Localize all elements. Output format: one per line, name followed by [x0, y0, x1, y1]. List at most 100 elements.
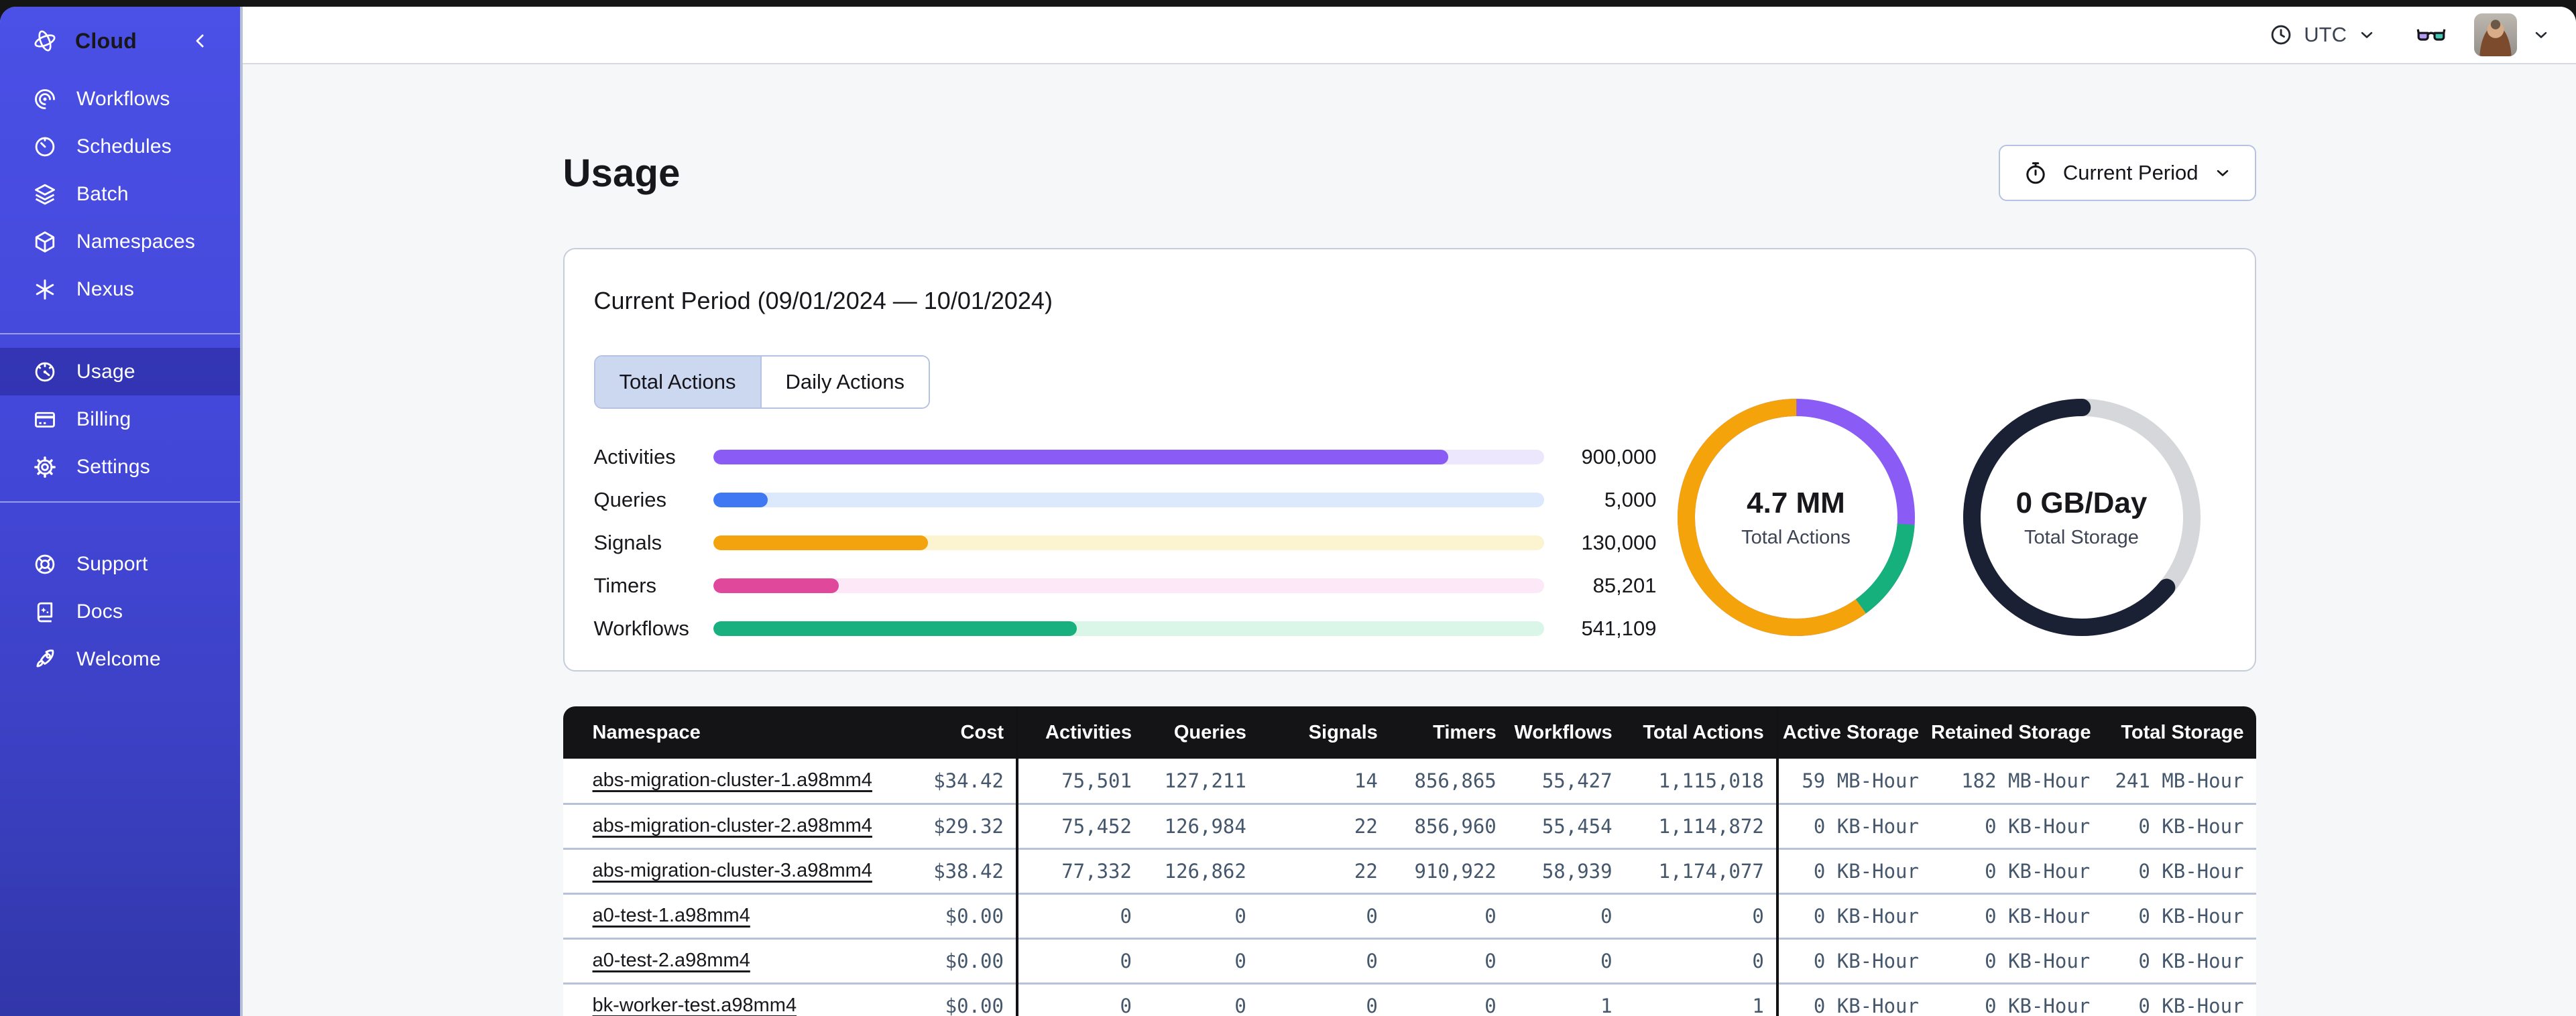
- namespace-usage-table: Namespace Cost Activities Queries Signal…: [563, 706, 2256, 1016]
- table-row: bk-worker-test.a98mm4 $0.00 0 0 0 0 1 1 …: [563, 983, 2256, 1016]
- timers-bar: [713, 578, 1544, 593]
- sidebar-item-settings[interactable]: Settings: [0, 443, 240, 491]
- bar-label: Queries: [593, 488, 667, 511]
- settings-gear-icon: [32, 454, 58, 480]
- table-row: abs-migration-cluster-2.a98mm4 $29.32 75…: [563, 804, 2256, 850]
- sidebar-item-namespaces[interactable]: Namespaces: [0, 218, 240, 265]
- col-activities: Activities: [1015, 706, 1144, 759]
- sidebar-item-label: Welcome: [76, 647, 161, 670]
- namespace-link[interactable]: a0-test-1.a98mm4: [593, 905, 750, 926]
- sidebar-item-batch[interactable]: Batch: [0, 170, 240, 218]
- sidebar-item-label: Workflows: [76, 87, 170, 110]
- namespaces-cube-icon: [32, 229, 58, 255]
- cell-retained-storage: 0 KB-Hour: [1930, 893, 2103, 940]
- period-selector-button[interactable]: Current Period: [1998, 145, 2256, 201]
- total-actions-donut: 4.7 MM Total Actions: [1676, 397, 1917, 638]
- cell-total-actions: 0: [1624, 938, 1777, 985]
- user-avatar[interactable]: [2474, 13, 2517, 56]
- sidebar-item-label: Settings: [76, 455, 150, 478]
- col-cost: Cost: [833, 706, 1017, 759]
- app-window: Cloud Workflows Schedules Batch Namespac…: [0, 7, 2576, 1016]
- cell-cost: $0.00: [833, 893, 1017, 940]
- brand-row: Cloud: [0, 7, 240, 75]
- sidebar-item-label: Usage: [76, 360, 135, 383]
- queries-bar: [713, 493, 1544, 507]
- sidebar-item-schedules[interactable]: Schedules: [0, 123, 240, 170]
- cell-active-storage: 59 MB-Hour: [1775, 759, 1931, 805]
- cell-total-actions: 0: [1624, 893, 1777, 940]
- col-timers: Timers: [1389, 706, 1509, 759]
- namespace-link[interactable]: bk-worker-test.a98mm4: [593, 995, 797, 1016]
- sidebar-item-billing[interactable]: Billing: [0, 395, 240, 443]
- sidebar-item-welcome[interactable]: Welcome: [0, 635, 240, 683]
- cell-workflows: 55,427: [1508, 759, 1625, 805]
- sidebar-item-usage[interactable]: Usage: [0, 348, 240, 395]
- sidebar-item-nexus[interactable]: Nexus: [0, 265, 240, 313]
- sidebar-item-docs[interactable]: Docs: [0, 588, 240, 635]
- support-lifebuoy-icon: [32, 552, 58, 577]
- brand-label: Cloud: [75, 28, 137, 53]
- welcome-rocket-icon: [32, 647, 58, 672]
- cell-active-storage: 0 KB-Hour: [1775, 848, 1931, 895]
- bar-row-timers: Timers 85,201: [594, 564, 1657, 607]
- bar-row-queries: Queries 5,000: [594, 479, 1657, 521]
- sidebar-item-support[interactable]: Support: [0, 540, 240, 588]
- cell-queries: 0: [1143, 893, 1258, 940]
- cell-queries: 0: [1143, 938, 1258, 985]
- col-signals: Signals: [1258, 706, 1390, 759]
- cell-activities: 0: [1015, 983, 1144, 1016]
- sidebar-item-label: Docs: [76, 600, 123, 623]
- tab-daily-actions[interactable]: Daily Actions: [760, 357, 929, 407]
- cell-workflows: 1: [1508, 983, 1625, 1016]
- namespace-link[interactable]: abs-migration-cluster-3.a98mm4: [593, 860, 872, 881]
- namespace-link[interactable]: abs-migration-cluster-2.a98mm4: [593, 815, 872, 836]
- cell-retained-storage: 0 KB-Hour: [1930, 804, 2103, 850]
- topbar: UTC: [243, 7, 2576, 64]
- cell-signals: 0: [1258, 893, 1390, 940]
- sidebar-item-workflows[interactable]: Workflows: [0, 75, 240, 123]
- cell-active-storage: 0 KB-Hour: [1775, 983, 1931, 1016]
- period-selector-label: Current Period: [2062, 161, 2199, 184]
- account-menu[interactable]: [2474, 13, 2551, 56]
- usage-gauge-icon: [32, 359, 58, 385]
- bar-row-activities: Activities 900,000: [594, 436, 1657, 479]
- cell-timers: 0: [1389, 983, 1509, 1016]
- sidebar-divider: [0, 501, 240, 503]
- bar-value: 130,000: [1581, 531, 1657, 554]
- schedules-icon: [32, 134, 58, 160]
- sidebar-collapse-button[interactable]: [190, 31, 211, 51]
- tab-total-actions[interactable]: Total Actions: [595, 357, 760, 407]
- namespace-link[interactable]: a0-test-2.a98mm4: [593, 950, 750, 971]
- incognito-glasses-button[interactable]: [2415, 19, 2447, 51]
- billing-card-icon: [32, 407, 58, 432]
- cell-workflows: 0: [1508, 893, 1625, 940]
- sidebar-item-label: Billing: [76, 407, 131, 430]
- main-area: UTC Usage Current Period Current Period …: [243, 7, 2576, 1016]
- cell-retained-storage: 0 KB-Hour: [1930, 848, 2103, 895]
- cell-timers: 856,865: [1389, 759, 1509, 805]
- timezone-selector[interactable]: UTC: [2269, 23, 2376, 47]
- cell-retained-storage: 182 MB-Hour: [1930, 759, 2103, 805]
- cell-retained-storage: 0 KB-Hour: [1930, 938, 2103, 985]
- table-row: abs-migration-cluster-3.a98mm4 $38.42 77…: [563, 848, 2256, 895]
- sidebar: Cloud Workflows Schedules Batch Namespac…: [0, 7, 243, 1016]
- glasses-icon: [2416, 29, 2446, 41]
- cell-timers: 0: [1389, 893, 1509, 940]
- cell-queries: 127,211: [1143, 759, 1258, 805]
- sidebar-item-label: Support: [76, 552, 148, 575]
- activities-bar: [713, 450, 1544, 464]
- cell-signals: 22: [1258, 848, 1390, 895]
- cell-retained-storage: 0 KB-Hour: [1930, 983, 2103, 1016]
- cell-activities: 0: [1015, 938, 1144, 985]
- bar-value: 900,000: [1581, 445, 1657, 468]
- cell-total-actions: 1,115,018: [1624, 759, 1777, 805]
- cell-queries: 0: [1143, 983, 1258, 1016]
- cell-workflows: 58,939: [1508, 848, 1625, 895]
- cell-cost: $0.00: [833, 938, 1017, 985]
- cell-signals: 0: [1258, 983, 1390, 1016]
- cell-activities: 0: [1015, 893, 1144, 940]
- sidebar-item-label: Nexus: [76, 277, 135, 300]
- table-row: a0-test-1.a98mm4 $0.00 0 0 0 0 0 0 0 KB-…: [563, 893, 2256, 940]
- cell-workflows: 55,454: [1508, 804, 1625, 850]
- namespace-link[interactable]: abs-migration-cluster-1.a98mm4: [593, 769, 872, 791]
